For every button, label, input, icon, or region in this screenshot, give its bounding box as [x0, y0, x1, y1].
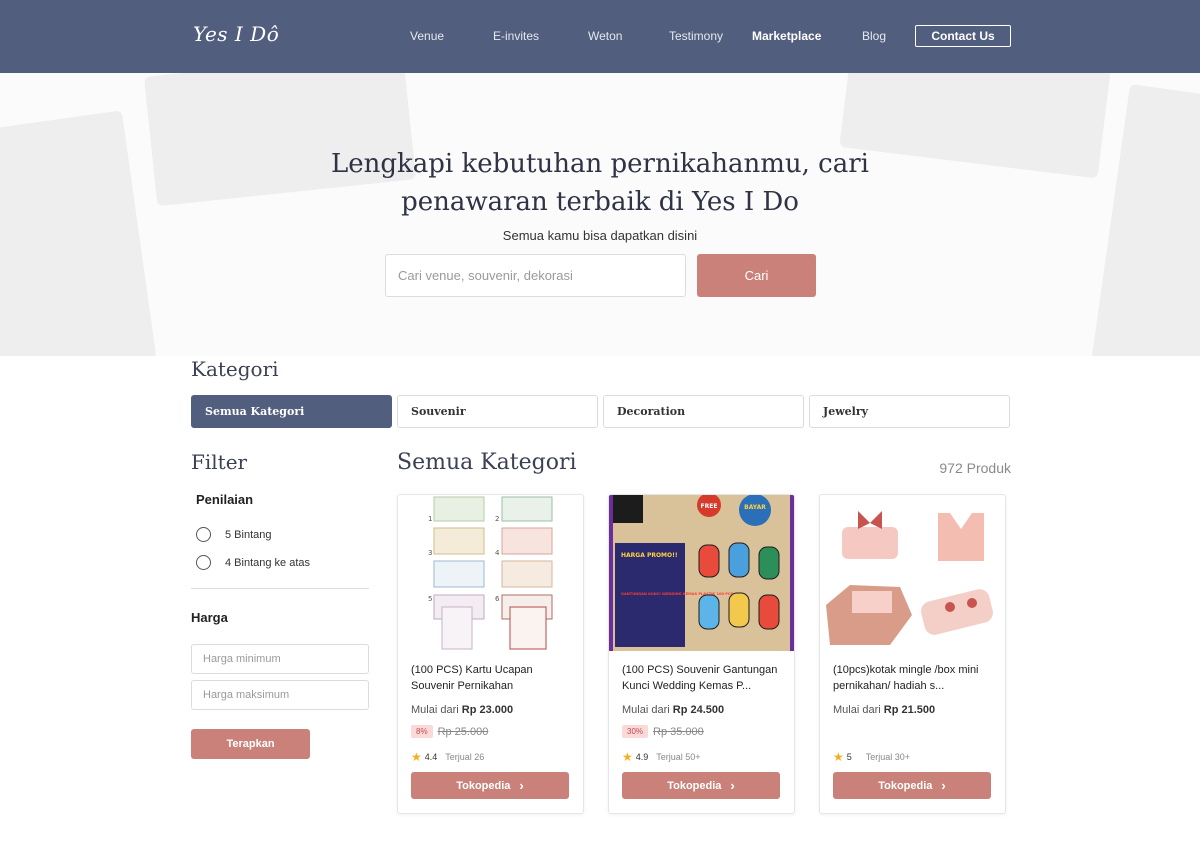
price-min-input[interactable] — [191, 644, 369, 674]
svg-text:2: 2 — [495, 515, 499, 523]
original-price: Rp 35.000 — [653, 725, 704, 738]
svg-text:6: 6 — [495, 595, 500, 603]
nav-testimony[interactable]: Testimony — [669, 29, 723, 43]
discount-row: 8% Rp 25.000 — [411, 725, 488, 738]
star-icon: ★ — [833, 750, 844, 764]
svg-text:4: 4 — [495, 549, 500, 557]
nav-venue[interactable]: Venue — [410, 29, 444, 43]
tokopedia-button[interactable]: Tokopedia › — [622, 772, 780, 799]
hero-decoration — [1091, 83, 1200, 356]
filter-heading: Filter — [191, 450, 248, 474]
price-prefix: Mulai dari — [411, 704, 459, 716]
hero-decoration — [0, 110, 157, 356]
discount-badge: 8% — [411, 725, 433, 738]
contact-us-button[interactable]: Contact Us — [915, 25, 1011, 47]
price-value: Rp 24.500 — [672, 704, 725, 716]
category-tab-decoration[interactable]: Decoration — [603, 395, 804, 428]
nav-e-invites[interactable]: E-invites — [493, 29, 539, 43]
price-prefix: Mulai dari — [833, 704, 881, 716]
rating-row: ★ 4.4 Terjual 26 — [411, 750, 484, 764]
rating-row: ★ 5 Terjual 30+ — [833, 750, 910, 764]
price-value: Rp 23.000 — [461, 704, 514, 716]
discount-row: 30% Rp 35.000 — [622, 725, 704, 738]
chevron-right-icon: › — [730, 778, 735, 793]
svg-text:5: 5 — [428, 595, 432, 603]
search-button[interactable]: Cari — [697, 254, 816, 297]
price-value: Rp 21.500 — [883, 704, 936, 716]
product-price: Mulai dari Rp 24.500 — [622, 704, 724, 716]
radio-button[interactable] — [196, 527, 211, 542]
product-card[interactable]: FREE BAYAR HARGA PROMO!! GANTUNGAN KUNCI… — [608, 494, 795, 814]
sold-count: Terjual 50+ — [656, 752, 701, 762]
image-badge-bayar: BAYAR — [744, 504, 766, 511]
product-count: 972 Produk — [939, 460, 1011, 476]
product-card[interactable]: 1 2 3 4 5 6 (100 PCS) Kartu Ucapan Souvenir… — [397, 494, 584, 814]
hero-title: Lengkapi kebutuhan pernikahanmu, cari pe… — [330, 149, 869, 217]
tokopedia-button[interactable]: Tokopedia › — [833, 772, 991, 799]
chevron-right-icon: › — [519, 778, 524, 793]
nav-blog[interactable]: Blog — [862, 29, 886, 43]
rating-value: 4.9 — [635, 752, 649, 762]
rating-filter-label: Penilaian — [196, 492, 254, 507]
price-prefix: Mulai dari — [622, 704, 670, 716]
rating-row: ★ 4.9 Terjual 50+ — [622, 750, 701, 764]
radio-button[interactable] — [196, 555, 211, 570]
discount-badge: 30% — [622, 725, 649, 738]
rating-option-4-up[interactable]: 4 Bintang ke atas — [196, 555, 310, 570]
apply-filter-button[interactable]: Terapkan — [191, 729, 310, 759]
category-tab-jewelry[interactable]: Jewelry — [809, 395, 1010, 428]
tokopedia-label: Tokopedia — [878, 779, 933, 792]
product-image[interactable] — [820, 495, 1005, 651]
category-tab-all[interactable]: Semua Kategori — [191, 395, 392, 428]
rating-value: 4.4 — [424, 752, 438, 762]
filter-divider — [191, 588, 369, 589]
original-price: Rp 25.000 — [437, 725, 489, 738]
category-tab-souvenir[interactable]: Souvenir — [397, 395, 598, 428]
sold-count: Terjual 30+ — [865, 752, 911, 762]
tokopedia-label: Tokopedia — [667, 779, 722, 792]
product-price: Mulai dari Rp 23.000 — [411, 704, 513, 716]
top-navbar: Yes I Dô Venue E-invites Weton Testimony… — [0, 0, 1200, 73]
nav-marketplace[interactable]: Marketplace — [752, 29, 821, 43]
star-icon: ★ — [411, 750, 422, 764]
site-logo[interactable]: Yes I Dô — [193, 22, 279, 46]
product-name[interactable]: (100 PCS) Souvenir Gantungan Kunci Weddi… — [622, 662, 784, 694]
product-name[interactable]: (10pcs)kotak mingle /box mini pernikahan… — [833, 662, 995, 694]
search-input[interactable] — [385, 254, 686, 297]
svg-text:3: 3 — [428, 549, 432, 557]
category-heading: Kategori — [191, 357, 279, 381]
rating-option-label: 4 Bintang ke atas — [225, 556, 311, 569]
tokopedia-label: Tokopedia — [456, 779, 511, 792]
star-icon: ★ — [622, 750, 633, 764]
price-filter-label: Harga — [191, 610, 228, 625]
image-desc-text: GANTUNGAN KUNCI WEDDING KEMAS PLASTIK 10… — [621, 592, 734, 596]
rating-option-label: 5 Bintang — [225, 528, 272, 541]
product-card[interactable]: (10pcs)kotak mingle /box mini pernikahan… — [819, 494, 1006, 814]
rating-value: 5 — [846, 752, 852, 762]
hero-section: Lengkapi kebutuhan pernikahanmu, cari pe… — [0, 73, 1200, 356]
product-name[interactable]: (100 PCS) Kartu Ucapan Souvenir Pernikah… — [411, 662, 573, 694]
listing-heading: Semua Kategori — [397, 450, 577, 475]
price-max-input[interactable] — [191, 680, 369, 710]
image-badge-free: FREE — [701, 503, 718, 510]
rating-option-5[interactable]: 5 Bintang — [196, 527, 271, 542]
svg-text:1: 1 — [428, 515, 432, 523]
product-image[interactable]: FREE BAYAR HARGA PROMO!! GANTUNGAN KUNCI… — [609, 495, 794, 651]
product-image[interactable]: 1 2 3 4 5 6 — [398, 495, 583, 651]
sold-count: Terjual 26 — [445, 752, 485, 762]
nav-weton[interactable]: Weton — [588, 29, 622, 43]
tokopedia-button[interactable]: Tokopedia › — [411, 772, 569, 799]
image-promo-text: HARGA PROMO!! — [621, 552, 678, 559]
hero-subtitle: Semua kamu bisa dapatkan disini — [502, 228, 698, 243]
product-price: Mulai dari Rp 21.500 — [833, 704, 935, 716]
chevron-right-icon: › — [941, 778, 946, 793]
